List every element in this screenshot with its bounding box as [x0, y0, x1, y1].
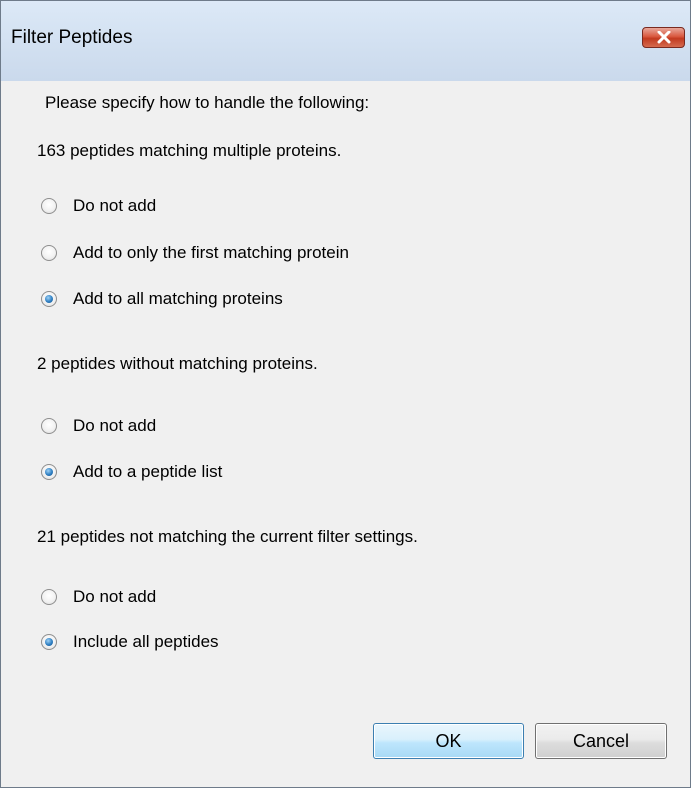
radio-checked-icon[interactable]: [41, 464, 57, 480]
radio-unchecked-icon[interactable]: [41, 589, 57, 605]
radio-label[interactable]: Do not add: [73, 587, 156, 607]
radio-option-add-peptide-list[interactable]: Add to a peptide list: [41, 460, 222, 484]
close-icon: [657, 31, 671, 44]
title-bar[interactable]: Filter Peptides: [1, 1, 690, 81]
group-heading-not-matching-filter: 21 peptides not matching the current fil…: [37, 527, 418, 546]
filter-peptides-dialog: Filter Peptides Please specify how to ha…: [0, 0, 691, 788]
radio-label[interactable]: Do not add: [73, 416, 156, 436]
radio-option-add-all-proteins[interactable]: Add to all matching proteins: [41, 287, 283, 311]
cancel-button[interactable]: Cancel: [535, 723, 667, 759]
radio-option-include-all[interactable]: Include all peptides: [41, 630, 219, 654]
radio-label[interactable]: Do not add: [73, 196, 156, 216]
radio-option-do-not-add[interactable]: Do not add: [41, 585, 156, 609]
radio-label[interactable]: Add to a peptide list: [73, 462, 222, 482]
group-heading-no-matching-proteins: 2 peptides without matching proteins.: [37, 354, 318, 373]
radio-checked-icon[interactable]: [41, 291, 57, 307]
close-button[interactable]: [642, 27, 685, 48]
radio-label[interactable]: Include all peptides: [73, 632, 219, 652]
radio-checked-icon[interactable]: [41, 634, 57, 650]
radio-unchecked-icon[interactable]: [41, 418, 57, 434]
radio-option-do-not-add[interactable]: Do not add: [41, 194, 156, 218]
radio-label[interactable]: Add to all matching proteins: [73, 289, 283, 309]
ok-button[interactable]: OK: [373, 723, 524, 759]
radio-label[interactable]: Add to only the first matching protein: [73, 243, 349, 263]
radio-option-add-first-protein[interactable]: Add to only the first matching protein: [41, 241, 349, 265]
radio-option-do-not-add[interactable]: Do not add: [41, 414, 156, 438]
window-title: Filter Peptides: [11, 27, 133, 48]
intro-text: Please specify how to handle the followi…: [45, 93, 370, 112]
radio-unchecked-icon[interactable]: [41, 245, 57, 261]
radio-unchecked-icon[interactable]: [41, 198, 57, 214]
group-heading-multiple-proteins: 163 peptides matching multiple proteins.: [37, 141, 342, 160]
